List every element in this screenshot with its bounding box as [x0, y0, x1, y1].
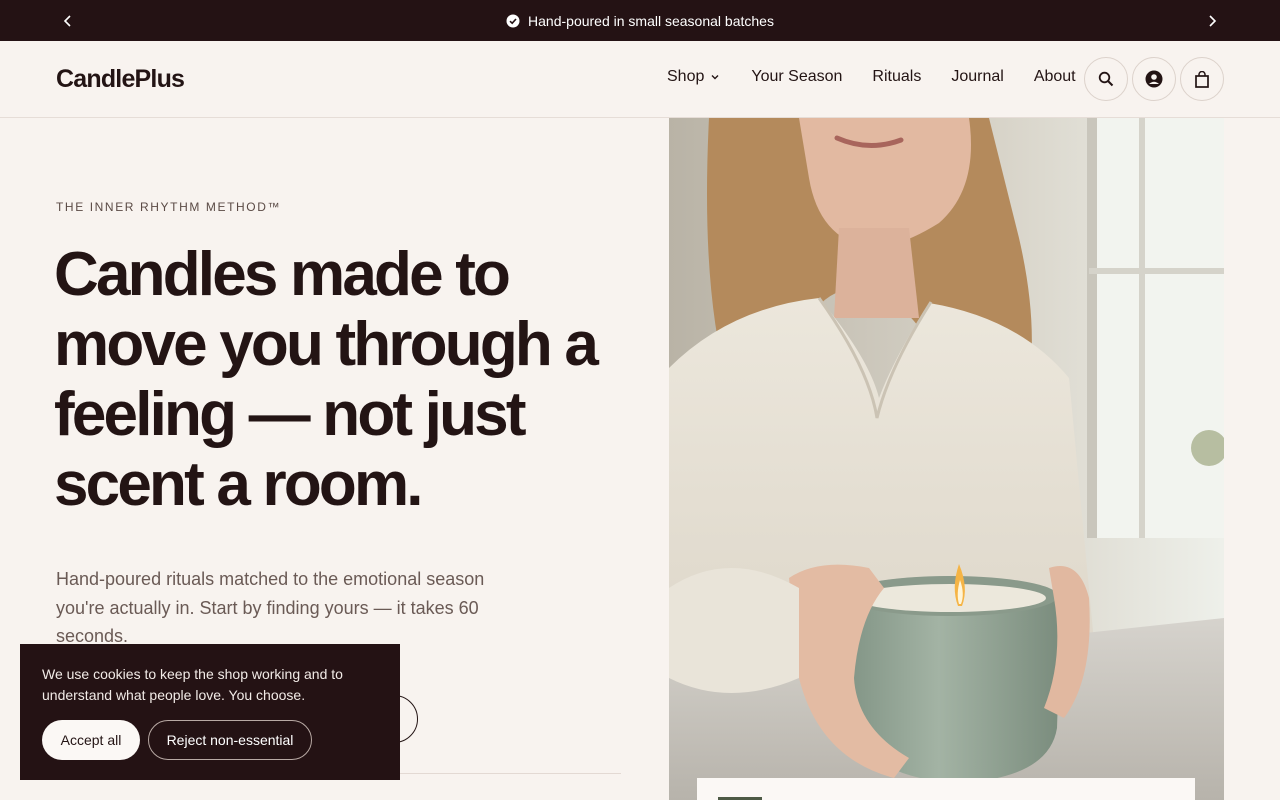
- site-header: CandlePlus Shop Your Season Rituals Jour…: [0, 41, 1280, 118]
- logo[interactable]: CandlePlus: [56, 65, 185, 94]
- search-button[interactable]: [1084, 57, 1128, 101]
- announcement-text: Hand-poured in small seasonal batches: [528, 12, 774, 29]
- accept-all-button[interactable]: Accept all: [42, 720, 140, 760]
- nav-item-about[interactable]: About: [1034, 68, 1076, 86]
- bag-icon: [1195, 70, 1209, 88]
- announcement-next-button[interactable]: [1197, 0, 1227, 41]
- cookie-text: We use cookies to keep the shop working …: [42, 666, 343, 703]
- account-icon: [1145, 70, 1163, 88]
- nav-item-label: Rituals: [872, 68, 922, 85]
- announcement-message: Hand-poured in small seasonal batches: [0, 0, 1280, 41]
- cookie-banner: We use cookies to keep the shop working …: [20, 644, 400, 780]
- hero-subcopy: Hand-poured rituals matched to the emoti…: [56, 569, 485, 646]
- account-button[interactable]: [1132, 57, 1176, 101]
- hero-image: [669, 118, 1224, 800]
- chevron-down-icon: [711, 75, 719, 80]
- search-icon: [1098, 71, 1114, 87]
- nav-item-your-season[interactable]: Your Season: [751, 68, 842, 86]
- main-nav: Shop Your Season Rituals Journal About: [667, 68, 1076, 86]
- nav-item-label: Shop: [667, 68, 705, 85]
- nav-item-label: About: [1033, 68, 1076, 85]
- hero-headline: Candles made to move you through a feeli…: [54, 240, 599, 519]
- announcement-bar: Hand-poured in small seasonal batches: [0, 0, 1280, 41]
- nav-item-label: Your Season: [751, 68, 843, 85]
- check-badge-icon: [506, 14, 520, 27]
- nav-item-rituals[interactable]: Rituals: [872, 68, 921, 86]
- product-card[interactable]: [697, 778, 1195, 800]
- nav-item-label: Journal: [951, 68, 1004, 85]
- cart-button[interactable]: [1180, 57, 1224, 101]
- reject-non-essential-button[interactable]: Reject non-essential: [148, 720, 312, 760]
- nav-item-journal[interactable]: Journal: [951, 68, 1003, 86]
- hero-eyebrow: THE INNER RHYTHM METHOD™: [56, 200, 282, 214]
- nav-item-shop[interactable]: Shop: [667, 68, 720, 86]
- chevron-right-icon: [1209, 14, 1217, 27]
